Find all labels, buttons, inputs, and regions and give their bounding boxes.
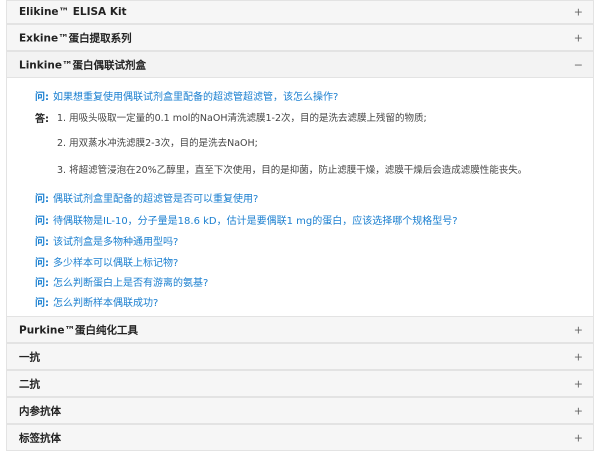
- faq-question-expanded[interactable]: 问: 如果想重复使用偶联试剂盒里配备的超滤管超滤管，该怎么操作?: [35, 88, 338, 103]
- question-label: 问:: [35, 194, 49, 205]
- accordion-header-purkine[interactable]: Purkine™蛋白纯化工具 +: [6, 316, 594, 343]
- section-title: 标签抗体: [19, 432, 61, 445]
- accordion-header-elikine[interactable]: Elikine™ ELISA Kit +: [6, 0, 594, 24]
- section-title: Exkine™蛋白提取系列: [19, 32, 132, 44]
- accordion-header-secondary-antibody[interactable]: 二抗 +: [6, 370, 594, 397]
- faq-question[interactable]: 问: 怎么判断蛋白上是否有游离的氨基?: [35, 274, 208, 289]
- question-label: 问:: [35, 298, 49, 309]
- question-label: 问:: [35, 278, 49, 289]
- expand-plus-icon[interactable]: +: [574, 324, 583, 335]
- question-text: 怎么判断样本偶联成功?: [53, 298, 159, 309]
- expand-plus-icon[interactable]: +: [574, 7, 583, 18]
- question-text: 偶联试剂盒里配备的超滤管是否可以重复使用?: [53, 194, 259, 205]
- section-title: 一抗: [19, 351, 40, 363]
- answer-line-3: 3. 将超滤管浸泡在20%乙醇里，直至下次使用，目的是抑菌，防止滤膜干燥，滤膜干…: [57, 165, 528, 176]
- section-title: 内参抗体: [19, 405, 61, 417]
- section-title: Purkine™蛋白纯化工具: [19, 324, 139, 336]
- accordion-header-primary-antibody[interactable]: 一抗 +: [6, 343, 594, 370]
- answer-label: 答:: [35, 114, 49, 125]
- faq-accordion: Elikine™ ELISA Kit + Exkine™蛋白提取系列 + Lin…: [0, 0, 600, 451]
- faq-question[interactable]: 问: 该试剂盒是多物种通用型吗?: [35, 233, 178, 248]
- question-label: 问:: [35, 258, 49, 269]
- answer-line-1: 1. 用吸头吸取一定量的0.1 mol的NaOH清洗滤膜1-2次，目的是洗去滤膜…: [57, 113, 427, 124]
- question-label: 问:: [35, 92, 49, 103]
- question-text: 待偶联物是IL-10，分子量是18.6 kD，估计是要偶联1 mg的蛋白，应该选…: [53, 216, 458, 227]
- accordion-header-loading-control[interactable]: 内参抗体 +: [6, 397, 594, 424]
- question-text: 该试剂盒是多物种通用型吗?: [53, 237, 179, 248]
- faq-question[interactable]: 问: 偶联试剂盒里配备的超滤管是否可以重复使用?: [35, 190, 258, 205]
- question-text: 多少样本可以偶联上标记物?: [53, 258, 179, 269]
- accordion-panel-linkine: 问: 如果想重复使用偶联试剂盒里配备的超滤管超滤管，该怎么操作? 答: 1. 用吸…: [6, 78, 594, 316]
- section-title: 二抗: [19, 378, 40, 390]
- faq-question[interactable]: 问: 怎么判断样本偶联成功?: [35, 294, 158, 309]
- question-text: 如果想重复使用偶联试剂盒里配备的超滤管超滤管，该怎么操作?: [53, 92, 339, 103]
- expand-plus-icon[interactable]: +: [574, 351, 583, 362]
- accordion-header-exkine[interactable]: Exkine™蛋白提取系列 +: [6, 24, 594, 51]
- section-title: Linkine™蛋白偶联试剂盒: [19, 59, 146, 71]
- question-label: 问:: [35, 216, 49, 227]
- faq-question[interactable]: 问: 待偶联物是IL-10，分子量是18.6 kD，估计是要偶联1 mg的蛋白，应…: [35, 212, 458, 227]
- accordion-header-tag-antibody[interactable]: 标签抗体 +: [6, 424, 594, 451]
- question-label: 问:: [35, 237, 49, 248]
- faq-question[interactable]: 问: 多少样本可以偶联上标记物?: [35, 254, 178, 269]
- expand-plus-icon[interactable]: +: [574, 405, 583, 416]
- collapse-minus-icon[interactable]: −: [574, 59, 583, 70]
- expand-plus-icon[interactable]: +: [574, 378, 583, 389]
- answer-line-2: 2. 用双蒸水冲洗滤膜2-3次，目的是洗去NaOH;: [57, 138, 258, 149]
- expand-plus-icon[interactable]: +: [574, 32, 583, 43]
- section-title: Elikine™ ELISA Kit: [19, 6, 127, 18]
- accordion-header-linkine[interactable]: Linkine™蛋白偶联试剂盒 −: [6, 51, 594, 78]
- question-text: 怎么判断蛋白上是否有游离的氨基?: [53, 278, 209, 289]
